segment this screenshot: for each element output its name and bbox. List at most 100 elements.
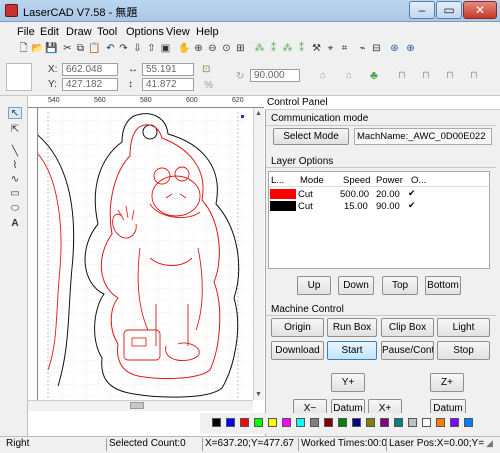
menu-options[interactable]: Options bbox=[126, 26, 164, 38]
layer-color-swatch[interactable] bbox=[270, 201, 296, 211]
close-path-icon[interactable]: ⌗ bbox=[338, 42, 351, 56]
align-center-icon[interactable]: ⊓ bbox=[422, 70, 430, 81]
scroll-down-icon[interactable]: ▼ bbox=[255, 391, 263, 399]
color-swatch[interactable] bbox=[226, 418, 235, 427]
color-swatch[interactable] bbox=[282, 418, 291, 427]
jog-y-plus-button[interactable]: Y+ bbox=[331, 373, 365, 392]
select-mode-button[interactable]: Select Mode bbox=[273, 128, 349, 145]
lock-ratio-icon[interactable]: ⊡ bbox=[202, 64, 210, 75]
height-field[interactable]: 41.872 bbox=[142, 78, 194, 91]
color-swatch[interactable] bbox=[436, 418, 445, 427]
layer-output-checkbox[interactable]: ✔ bbox=[408, 189, 417, 198]
layer-bottom-button[interactable]: Bottom bbox=[425, 276, 461, 295]
combine-icon[interactable]: ⁑ bbox=[295, 42, 308, 56]
align-icon[interactable]: ⌁ bbox=[356, 42, 369, 56]
color-swatch[interactable] bbox=[450, 418, 459, 427]
export-icon[interactable]: ⇧ bbox=[145, 42, 158, 56]
drawing-canvas[interactable] bbox=[38, 108, 253, 400]
color-swatch[interactable] bbox=[268, 418, 277, 427]
undo-icon[interactable]: ↶ bbox=[104, 42, 117, 56]
scroll-up-icon[interactable]: ▲ bbox=[255, 110, 263, 118]
scroll-thumb[interactable] bbox=[130, 402, 144, 409]
col-header-layer[interactable]: L... bbox=[271, 175, 284, 186]
node-edit-tool-icon[interactable]: ⇱ bbox=[8, 124, 22, 136]
color-swatch[interactable] bbox=[212, 418, 221, 427]
coordinate-icon[interactable]: ⊕ bbox=[404, 42, 417, 56]
col-header-speed[interactable]: Speed bbox=[343, 175, 370, 186]
layer-speed[interactable]: 500.00 bbox=[340, 189, 369, 200]
y-position-field[interactable]: 427.182 bbox=[62, 78, 118, 91]
color-swatch[interactable] bbox=[352, 418, 361, 427]
color-swatch[interactable] bbox=[394, 418, 403, 427]
color-swatch[interactable] bbox=[464, 418, 473, 427]
group-icon[interactable]: ⁑ bbox=[267, 42, 280, 56]
x-position-field[interactable]: 662.048 bbox=[62, 63, 118, 76]
mirror-v-icon[interactable]: ⌂ bbox=[346, 70, 352, 81]
polyline-tool-icon[interactable]: ⌇ bbox=[8, 160, 22, 172]
menu-help[interactable]: Help bbox=[196, 26, 219, 38]
resize-grip-icon[interactable]: ◢ bbox=[486, 438, 493, 449]
laser-tool-icon[interactable]: ⚒ bbox=[310, 42, 323, 56]
vertical-scrollbar[interactable] bbox=[253, 108, 264, 400]
copy-icon[interactable]: ⧉ bbox=[74, 42, 87, 56]
node-edit-icon[interactable]: ⁂ bbox=[253, 42, 266, 56]
redo-icon[interactable]: ↷ bbox=[117, 42, 130, 56]
maximize-button[interactable]: ▭ bbox=[436, 1, 462, 19]
save-icon[interactable]: 💾 bbox=[45, 42, 58, 56]
cut-icon[interactable]: ✂ bbox=[61, 42, 74, 56]
layer-power[interactable]: 90.00 bbox=[376, 201, 400, 212]
close-button[interactable]: ✕ bbox=[463, 1, 497, 19]
rectangle-tool-icon[interactable]: ▭ bbox=[8, 188, 22, 200]
tree-icon[interactable]: ♣ bbox=[370, 68, 378, 82]
jog-z-plus-button[interactable]: Z+ bbox=[430, 373, 464, 392]
layer-output-checkbox[interactable]: ✔ bbox=[408, 201, 417, 210]
ungroup-icon[interactable]: ⁂ bbox=[281, 42, 294, 56]
menu-view[interactable]: View bbox=[166, 26, 190, 38]
download-button[interactable]: Download bbox=[271, 341, 324, 360]
align-left-icon[interactable]: ⊓ bbox=[398, 70, 406, 81]
layer-down-button[interactable]: Down bbox=[338, 276, 374, 295]
menu-edit[interactable]: Edit bbox=[40, 26, 59, 38]
width-field[interactable]: 55.191 bbox=[142, 63, 194, 76]
color-swatch[interactable] bbox=[422, 418, 431, 427]
rotation-angle-field[interactable]: 90.000 bbox=[250, 69, 300, 82]
preview-icon[interactable]: ▣ bbox=[159, 42, 172, 56]
import-icon[interactable]: ⇩ bbox=[131, 42, 144, 56]
pan-hand-icon[interactable]: ✋ bbox=[178, 42, 191, 56]
color-swatch[interactable] bbox=[310, 418, 319, 427]
minimize-button[interactable]: – bbox=[409, 1, 435, 19]
col-header-power[interactable]: Power bbox=[376, 175, 403, 186]
color-swatch[interactable] bbox=[240, 418, 249, 427]
mirror-h-icon[interactable]: ⌂ bbox=[320, 70, 326, 81]
layer-top-button[interactable]: Top bbox=[382, 276, 418, 295]
select-arrow-icon[interactable]: ↖ bbox=[8, 107, 22, 119]
zoom-page-icon[interactable]: ⊞ bbox=[234, 42, 247, 56]
color-swatch[interactable] bbox=[338, 418, 347, 427]
color-swatch[interactable] bbox=[296, 418, 305, 427]
new-file-icon[interactable]: 🗋 bbox=[17, 42, 30, 56]
color-swatch[interactable] bbox=[254, 418, 263, 427]
ellipse-tool-icon[interactable]: ⬭ bbox=[8, 203, 22, 215]
color-swatch[interactable] bbox=[324, 418, 333, 427]
align-right-icon[interactable]: ⊓ bbox=[446, 70, 454, 81]
line-tool-icon[interactable]: ╲ bbox=[8, 146, 22, 158]
target-icon[interactable]: ⊛ bbox=[388, 42, 401, 56]
text-tool-icon[interactable]: A bbox=[8, 218, 22, 230]
pause-continue-button[interactable]: Pause/Continue bbox=[381, 341, 434, 360]
zoom-in-icon[interactable]: ⊕ bbox=[192, 42, 205, 56]
layer-color-swatch[interactable] bbox=[270, 189, 296, 199]
menu-draw[interactable]: Draw bbox=[66, 26, 92, 38]
start-button[interactable]: Start bbox=[327, 341, 377, 360]
col-header-output[interactable]: O... bbox=[411, 175, 426, 186]
zoom-fit-icon[interactable]: ⊙ bbox=[220, 42, 233, 56]
col-header-mode[interactable]: Mode bbox=[300, 175, 324, 186]
layer-mode[interactable]: Cut bbox=[298, 189, 313, 200]
reference-point-icon[interactable] bbox=[6, 63, 32, 91]
menu-file[interactable]: File bbox=[17, 26, 35, 38]
curve-tool-icon[interactable]: ∿ bbox=[8, 174, 22, 186]
path-optimize-icon[interactable]: ⌖ bbox=[324, 42, 337, 56]
menu-tool[interactable]: Tool bbox=[97, 26, 117, 38]
open-file-icon[interactable]: 📂 bbox=[31, 42, 44, 56]
layer-speed[interactable]: 15.00 bbox=[344, 201, 368, 212]
zoom-out-icon[interactable]: ⊖ bbox=[206, 42, 219, 56]
